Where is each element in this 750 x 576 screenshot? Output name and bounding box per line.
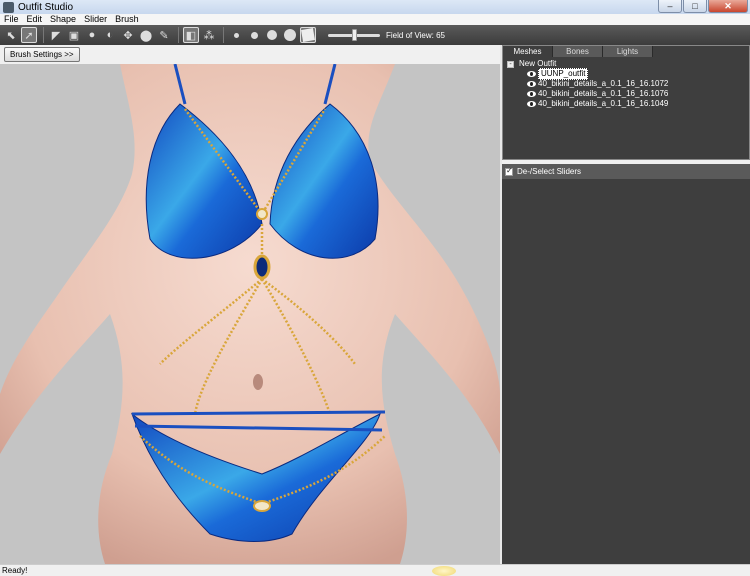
tree-item-label: 40_bikini_details_a_0.1_16_16.1049 [538, 99, 669, 108]
menu-slider[interactable]: Slider [80, 14, 111, 25]
brush-size-large-button[interactable] [264, 27, 280, 43]
transform-tool-button[interactable]: ➚ [21, 27, 37, 43]
color-brush-button[interactable]: ✎ [156, 27, 172, 43]
eye-icon[interactable] [527, 101, 536, 107]
navel [253, 374, 263, 390]
status-bar: Ready! [0, 564, 750, 576]
move-icon: ◐ [106, 29, 114, 41]
model-render [0, 64, 500, 564]
inflate-icon: ▣ [68, 29, 80, 42]
toolbar-separator [43, 27, 44, 43]
select-tool-button[interactable]: ⬉ [3, 27, 19, 43]
brush-size-xlarge-button[interactable] [282, 27, 298, 43]
toolbar: ⬉ ➚ ◤ ▣ ● ◐ ✥ ⬤ ✎ ◧ ⁂ Field of View: 65 [0, 25, 750, 45]
connected-icon: ⁂ [203, 29, 215, 42]
hip-chain-jewel [253, 500, 271, 512]
menu-file[interactable]: File [0, 14, 23, 25]
3d-viewport[interactable] [0, 64, 500, 564]
eye-icon[interactable] [527, 71, 536, 77]
tree-item-label: 40_bikini_details_a_0.1_16_16.1076 [538, 89, 669, 98]
move-brush-button[interactable]: ◐ [102, 27, 118, 43]
maximize-button[interactable]: □ [683, 0, 707, 13]
deflate-icon: ● [88, 29, 96, 41]
select-all-sliders-checkbox[interactable] [505, 166, 513, 176]
menu-edit[interactable]: Edit [23, 14, 47, 25]
cursor-highlight [432, 566, 456, 576]
tab-bones[interactable]: Bones [553, 46, 603, 57]
tree-item-label: 40_bikini_details_a_0.1_16_16.1072 [538, 79, 669, 88]
brush-settings-button[interactable]: Brush Settings >> [4, 47, 80, 62]
mirror-icon: ◧ [185, 29, 197, 42]
brush-xlarge-icon [284, 29, 296, 41]
toolbar-separator [223, 27, 224, 43]
mask-brush-button[interactable]: ◤ [48, 27, 64, 43]
window-title: Outfit Studio [18, 1, 74, 13]
smooth-brush-button[interactable]: ✥ [120, 27, 136, 43]
deflate-brush-button[interactable]: ● [84, 27, 100, 43]
collapse-icon[interactable]: - [507, 60, 514, 68]
close-button[interactable]: ✕ [708, 0, 748, 13]
window-controls: – □ ✕ [658, 0, 748, 13]
menu-shape[interactable]: Shape [46, 14, 80, 25]
sliders-header-label: De-/Select Sliders [517, 167, 582, 176]
inflate-brush-button[interactable]: ▣ [66, 27, 82, 43]
tab-meshes[interactable]: Meshes [503, 46, 553, 57]
sliders-header: De-/Select Sliders [502, 164, 750, 179]
brush-medium-icon [250, 31, 258, 39]
viewport-header: Brush Settings >> [0, 45, 500, 64]
sapphire-pendant [253, 254, 271, 280]
chain-center-jewel [256, 208, 268, 220]
tree-item[interactable]: UUNP_outfit [507, 68, 668, 80]
app-icon [3, 1, 14, 13]
tab-lights[interactable]: Lights [603, 46, 653, 57]
fov-slider[interactable] [328, 28, 380, 41]
menu-bar: File Edit Shape Slider Brush [0, 14, 750, 25]
mirror-toggle-button[interactable]: ◧ [183, 27, 199, 43]
fov-slider-thumb[interactable] [352, 28, 357, 41]
smooth-icon: ✥ [123, 29, 133, 42]
panel-tabs: Meshes Bones Lights [503, 46, 653, 57]
minimize-button[interactable]: – [658, 0, 682, 13]
status-text: Ready! [2, 566, 28, 575]
cube-icon [301, 28, 315, 42]
transform-icon: ➚ [24, 29, 34, 42]
mesh-tree: - New Outfit UUNP_outfit 40_bikini_detai… [507, 59, 668, 109]
fov-label: Field of View: 65 [386, 30, 445, 40]
mask-brush-icon: ◤ [51, 29, 61, 42]
view-cube-button[interactable] [300, 27, 316, 43]
brush-size-small-button[interactable] [228, 27, 244, 43]
toolbar-separator [178, 27, 179, 43]
menu-brush[interactable]: Brush [111, 14, 143, 25]
eye-icon[interactable] [527, 81, 536, 87]
connected-only-button[interactable]: ⁂ [201, 27, 217, 43]
brush-size-medium-button[interactable] [246, 27, 262, 43]
weight-icon: ⬤ [139, 29, 153, 42]
tree-item[interactable]: 40_bikini_details_a_0.1_16_16.1049 [507, 99, 668, 109]
mesh-panel: Meshes Bones Lights - New Outfit UUNP_ou… [502, 45, 750, 160]
title-bar: Outfit Studio – □ ✕ [0, 0, 750, 14]
sliders-panel: De-/Select Sliders [502, 164, 750, 564]
tree-item[interactable]: 40_bikini_details_a_0.1_16_16.1072 [507, 79, 668, 89]
paint-brush-icon: ✎ [159, 29, 169, 42]
eye-icon[interactable] [527, 91, 536, 97]
select-icon: ⬉ [6, 29, 16, 42]
brush-large-icon [267, 30, 277, 40]
tree-item[interactable]: 40_bikini_details_a_0.1_16_16.1076 [507, 89, 668, 99]
weight-brush-button[interactable]: ⬤ [138, 27, 154, 43]
brush-small-icon [233, 32, 239, 38]
